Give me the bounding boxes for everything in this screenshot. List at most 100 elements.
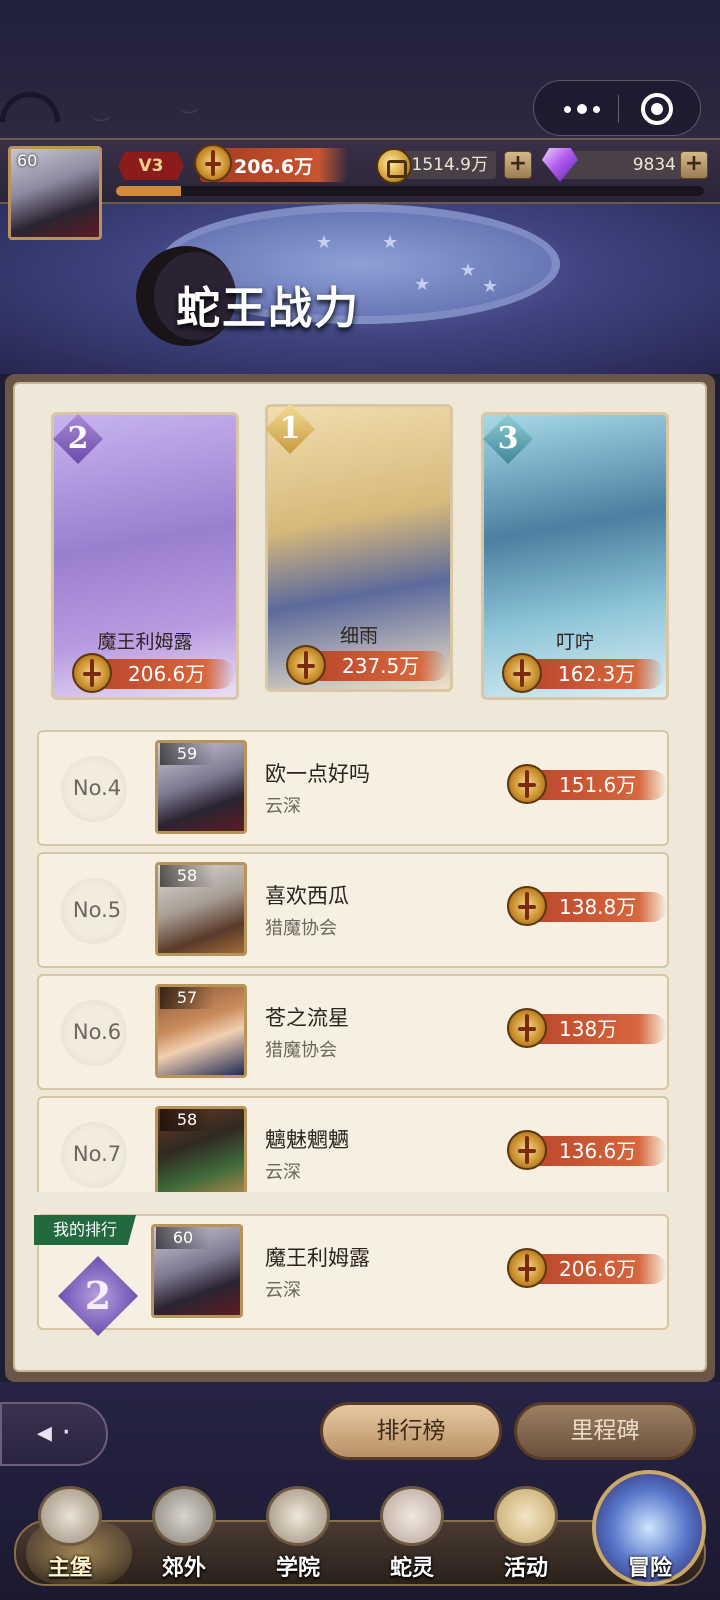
nav-label: 郊外	[161, 1556, 206, 1581]
power-text: 136.6万	[559, 1139, 637, 1163]
podium-name: 细雨	[339, 625, 378, 647]
sword-power-icon	[507, 1008, 547, 1048]
player-name: 苍之流星	[265, 1006, 349, 1030]
guild-name: 猎魔协会	[265, 918, 337, 939]
star-icon: ★	[414, 274, 431, 295]
player-avatar[interactable]: 60	[8, 146, 102, 240]
podium-power-value: 162.3万	[558, 662, 636, 686]
my-rank-row[interactable]: 60 魔王利姆露 云深 206.6万	[37, 1214, 669, 1330]
avatar-level: 58	[160, 865, 214, 887]
list-item[interactable]: No.7 58 魑魅魍魉 云深 136.6万	[37, 1096, 669, 1192]
star-icon: ★	[382, 232, 399, 253]
power-text: 151.6万	[559, 773, 637, 797]
list-item[interactable]: No.4 59 欧一点好吗 云深 151.6万	[37, 730, 669, 846]
mini-program-capsule	[533, 80, 701, 136]
nav-snake-spirit[interactable]: 蛇灵	[362, 1486, 462, 1586]
avatar[interactable]: 59	[155, 740, 247, 834]
vip-badge[interactable]: V3	[118, 152, 184, 180]
avatar-level: 58	[160, 1109, 214, 1131]
target-close-icon[interactable]	[641, 93, 673, 125]
more-dots-icon[interactable]	[552, 94, 612, 124]
guild-name: 猎魔协会	[265, 1040, 337, 1061]
gold-coin-icon	[376, 148, 412, 184]
power-value: 206.6万	[507, 1248, 667, 1288]
podium-name: 叮咛	[555, 631, 594, 653]
nav-label: 蛇灵	[389, 1556, 434, 1581]
milestone-button[interactable]: 里程碑	[514, 1402, 696, 1460]
avatar[interactable]: 57	[155, 984, 247, 1078]
avatar[interactable]: 58	[155, 1106, 247, 1192]
ranking-list[interactable]: No.4 59 欧一点好吗 云深 151.6万 No.5 58 喜欢西瓜 猎魔协…	[15, 730, 709, 1192]
nav-events[interactable]: 活动	[476, 1486, 576, 1586]
snake-spirit-icon	[380, 1486, 444, 1546]
leaderboard-button[interactable]: 排行榜	[320, 1402, 502, 1460]
rank-number: No.7	[72, 1142, 122, 1166]
player-name: 魔王利姆露	[265, 1246, 370, 1270]
power-value: 138万	[507, 1008, 667, 1048]
sword-power-icon	[507, 1130, 547, 1170]
exp-bar	[116, 186, 704, 196]
sword-power-icon	[507, 1248, 547, 1288]
power-text: 138万	[559, 1017, 618, 1041]
guild-name: 云深	[265, 1280, 301, 1301]
nav-label: 学院	[275, 1556, 320, 1581]
gold-resource: 1514.9万 +	[376, 148, 536, 184]
nav-adventure[interactable]: 冒险	[600, 1486, 700, 1586]
crossed-swords-icon	[152, 1486, 216, 1546]
sword-power-icon	[502, 653, 542, 693]
rank-number: No.5	[72, 898, 122, 922]
nav-label: 主堡	[47, 1556, 92, 1581]
list-item[interactable]: No.6 57 苍之流星 猎魔协会 138万	[37, 974, 669, 1090]
page-title: 蛇王战力	[176, 283, 360, 334]
my-rank-tag: 我的排行	[34, 1215, 136, 1245]
gift-box-icon	[494, 1486, 558, 1546]
sword-power-icon	[507, 886, 547, 926]
avatar-level: 59	[160, 743, 214, 765]
list-item[interactable]: No.5 58 喜欢西瓜 猎魔协会 138.8万	[37, 852, 669, 968]
avatar[interactable]: 58	[155, 862, 247, 956]
podium-power: 237.5万	[286, 645, 448, 685]
player-name: 欧一点好吗	[265, 762, 370, 786]
guild-name: 云深	[265, 1162, 301, 1183]
nav-label: 活动	[503, 1556, 548, 1581]
add-gold-button[interactable]: +	[504, 151, 532, 179]
banner: ★ ★ ★ ★ ★ 蛇王战力	[0, 204, 720, 374]
gem-value: 9834	[560, 151, 684, 179]
power-value: 138.8万	[507, 886, 667, 926]
nav-label: 冒险	[627, 1556, 672, 1581]
academy-icon	[266, 1486, 330, 1546]
player-name: 魑魅魍魉	[265, 1128, 349, 1152]
avatar[interactable]: 60	[151, 1224, 243, 1318]
avatar-level: 60	[156, 1227, 210, 1249]
power-text: 206.6万	[559, 1257, 637, 1281]
castle-icon	[38, 1486, 102, 1546]
bird-decoration: ︶	[180, 108, 198, 129]
rank-number: No.4	[72, 776, 122, 800]
nav-castle[interactable]: 主堡	[20, 1486, 120, 1586]
rank-number: No.6	[72, 1020, 122, 1044]
player-power: 206.6万	[194, 144, 348, 182]
snake-decoration	[0, 92, 60, 122]
podium-power-value: 237.5万	[342, 654, 420, 678]
exp-fill	[116, 186, 181, 196]
capsule-divider	[618, 95, 619, 123]
sword-power-icon	[507, 764, 547, 804]
nav-outskirts[interactable]: 郊外	[134, 1486, 234, 1586]
star-icon: ★	[316, 232, 333, 253]
back-arrow-icon[interactable]: ◂ ·	[0, 1402, 108, 1466]
add-gem-button[interactable]: +	[680, 151, 708, 179]
power-text: 138.8万	[559, 895, 637, 919]
podium-name: 魔王利姆露	[97, 631, 193, 653]
sword-power-icon	[194, 144, 232, 182]
sword-power-icon	[286, 645, 326, 685]
sword-power-icon	[72, 653, 112, 693]
player-power-value: 206.6万	[234, 156, 314, 178]
player-level: 60	[17, 151, 38, 170]
player-name: 喜欢西瓜	[265, 884, 349, 908]
bird-decoration: ︶	[92, 116, 110, 137]
star-icon: ★	[482, 276, 499, 297]
podium-power: 162.3万	[502, 653, 664, 693]
star-icon: ★	[460, 260, 477, 281]
podium-power: 206.6万	[72, 653, 234, 693]
nav-academy[interactable]: 学院	[248, 1486, 348, 1586]
